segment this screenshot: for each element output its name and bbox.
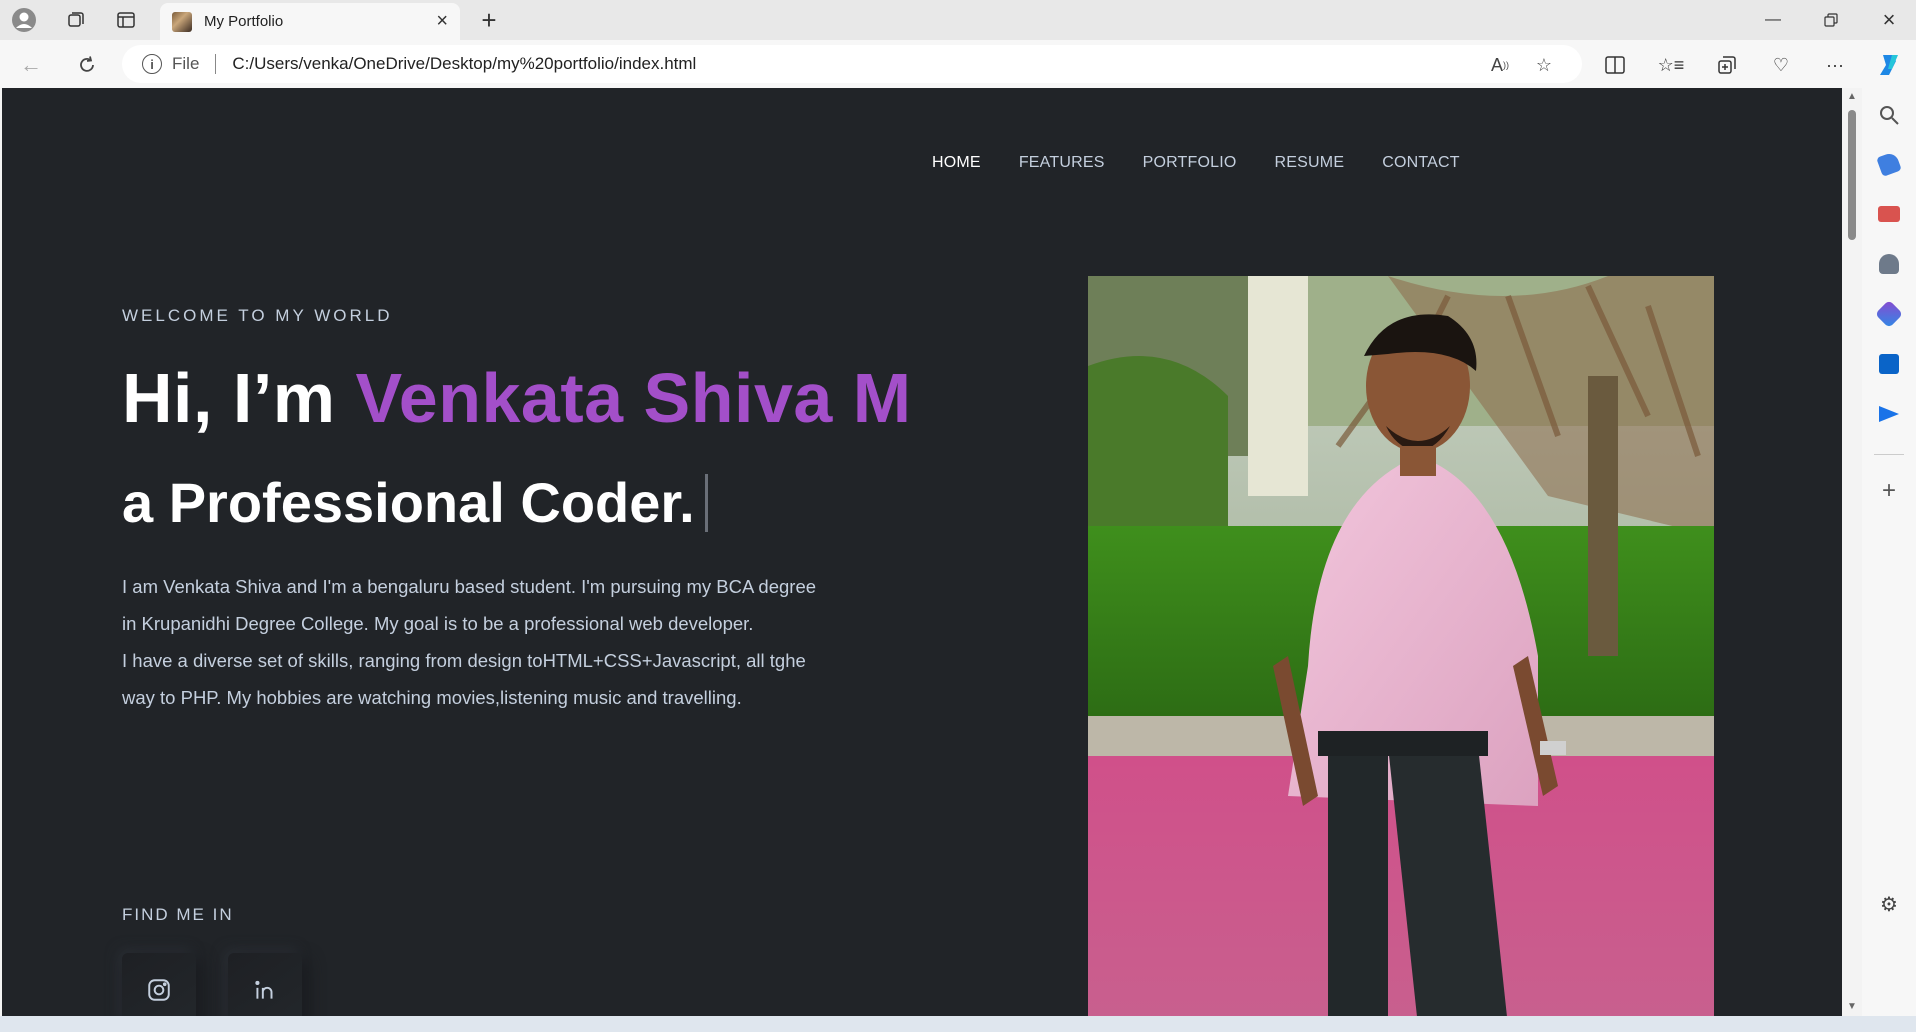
hero-title: Hi, I’m Venkata Shiva M bbox=[122, 358, 912, 438]
tab-my-portfolio[interactable]: My Portfolio × bbox=[160, 3, 460, 40]
hero-role: a Professional Coder. bbox=[122, 470, 708, 535]
favorites-icon[interactable]: ☆≡ bbox=[1656, 50, 1686, 80]
copilot-icon[interactable] bbox=[1874, 50, 1904, 80]
linkedin-button[interactable] bbox=[228, 953, 302, 1016]
shopping-tag-icon[interactable] bbox=[1876, 151, 1902, 177]
add-sidebar-app-icon[interactable]: + bbox=[1878, 479, 1900, 503]
sidebar-divider bbox=[1874, 454, 1904, 455]
outlook-icon[interactable] bbox=[1879, 354, 1899, 374]
sidebar-settings-gear-icon[interactable]: ⚙ bbox=[1878, 894, 1900, 916]
instagram-icon bbox=[148, 979, 170, 1001]
nav-contact[interactable]: CONTACT bbox=[1382, 154, 1460, 172]
minimize-icon[interactable]: — bbox=[1746, 0, 1800, 40]
welcome-heading: WELCOME TO MY WORLD bbox=[122, 306, 393, 325]
nav-home[interactable]: HOME bbox=[932, 154, 981, 172]
refresh-icon[interactable] bbox=[70, 48, 104, 82]
scroll-up-icon[interactable]: ▲ bbox=[1846, 92, 1858, 102]
tab-title: My Portfolio bbox=[204, 13, 284, 30]
taskbar-strip bbox=[0, 1016, 1916, 1032]
omnibox-file-label: File bbox=[172, 54, 200, 73]
browser-essentials-icon[interactable]: ♡ bbox=[1766, 50, 1796, 80]
url-text[interactable]: C:/Users/venka/OneDrive/Desktop/my%20por… bbox=[232, 54, 696, 74]
description-line: I have a diverse set of skills, ranging … bbox=[122, 650, 806, 671]
tab-bar: My Portfolio × + — × bbox=[0, 0, 1916, 40]
profile-photo-image bbox=[1088, 276, 1714, 1016]
close-window-icon[interactable]: × bbox=[1862, 0, 1916, 40]
omnibox-separator bbox=[215, 54, 217, 74]
linkedin-icon bbox=[255, 980, 273, 999]
close-tab-icon[interactable]: × bbox=[436, 10, 448, 33]
url-omnibox[interactable]: i File C:/Users/venka/OneDrive/Desktop/m… bbox=[122, 45, 1582, 83]
description-line: I am Venkata Shiva and I'm a bengaluru b… bbox=[122, 576, 817, 597]
hero-greeting: Hi, I’m bbox=[122, 359, 356, 437]
find-me-heading: FIND ME IN bbox=[122, 905, 234, 924]
workspaces-icon[interactable] bbox=[56, 0, 96, 40]
games-icon[interactable] bbox=[1879, 254, 1899, 274]
more-menu-icon[interactable]: ··· bbox=[1820, 50, 1850, 80]
nav-features[interactable]: FEATURES bbox=[1019, 154, 1105, 172]
tools-briefcase-icon[interactable] bbox=[1878, 206, 1900, 222]
nav-portfolio[interactable]: PORTFOLIO bbox=[1143, 154, 1237, 172]
nav-resume[interactable]: RESUME bbox=[1275, 154, 1345, 172]
description-line: way to PHP. My hobbies are watching movi… bbox=[122, 687, 742, 708]
main-nav: HOME FEATURES PORTFOLIO RESUME CONTACT bbox=[932, 154, 1498, 172]
tab-favicon-icon bbox=[172, 11, 192, 32]
new-tab-icon[interactable]: + bbox=[472, 3, 506, 37]
hero-description: I am Venkata Shiva and I'm a bengaluru b… bbox=[122, 568, 882, 716]
back-icon[interactable]: ← bbox=[14, 48, 48, 82]
description-line: in Krupanidhi Degree College. My goal is… bbox=[122, 613, 754, 634]
portfolio-page: HOME FEATURES PORTFOLIO RESUME CONTACT W… bbox=[2, 88, 1842, 1016]
search-icon[interactable] bbox=[1878, 104, 1900, 126]
scroll-thumb[interactable] bbox=[1848, 110, 1856, 240]
hero-name: Venkata Shiva M bbox=[355, 359, 912, 437]
vertical-tabs-icon[interactable] bbox=[106, 0, 146, 40]
read-aloud-icon[interactable]: A)) bbox=[1488, 53, 1512, 77]
favorite-star-icon[interactable]: ☆ bbox=[1532, 53, 1556, 77]
address-bar: ← i File C:/Users/venka/OneDrive/Desktop… bbox=[0, 40, 1916, 88]
telegram-send-icon[interactable] bbox=[1879, 406, 1899, 422]
edge-sidebar: + ⚙ bbox=[1862, 88, 1916, 1032]
hero-role-text: a Professional Coder. bbox=[122, 471, 695, 534]
site-info-icon[interactable]: i bbox=[142, 54, 162, 74]
collections-icon[interactable] bbox=[1712, 50, 1742, 80]
typing-cursor bbox=[704, 473, 708, 532]
page-scrollbar[interactable]: ▲ ▼ bbox=[1842, 88, 1862, 1016]
instagram-button[interactable] bbox=[122, 953, 196, 1016]
split-screen-icon[interactable] bbox=[1600, 50, 1630, 80]
restore-icon[interactable] bbox=[1804, 0, 1858, 40]
scroll-down-icon[interactable]: ▼ bbox=[1846, 1002, 1858, 1012]
profile-photo bbox=[1088, 276, 1714, 1016]
profile-icon[interactable] bbox=[4, 0, 44, 40]
browser-window: My Portfolio × + — × ← i File C:/Users/v… bbox=[0, 0, 1916, 1032]
microsoft-365-icon[interactable] bbox=[1874, 299, 1904, 329]
